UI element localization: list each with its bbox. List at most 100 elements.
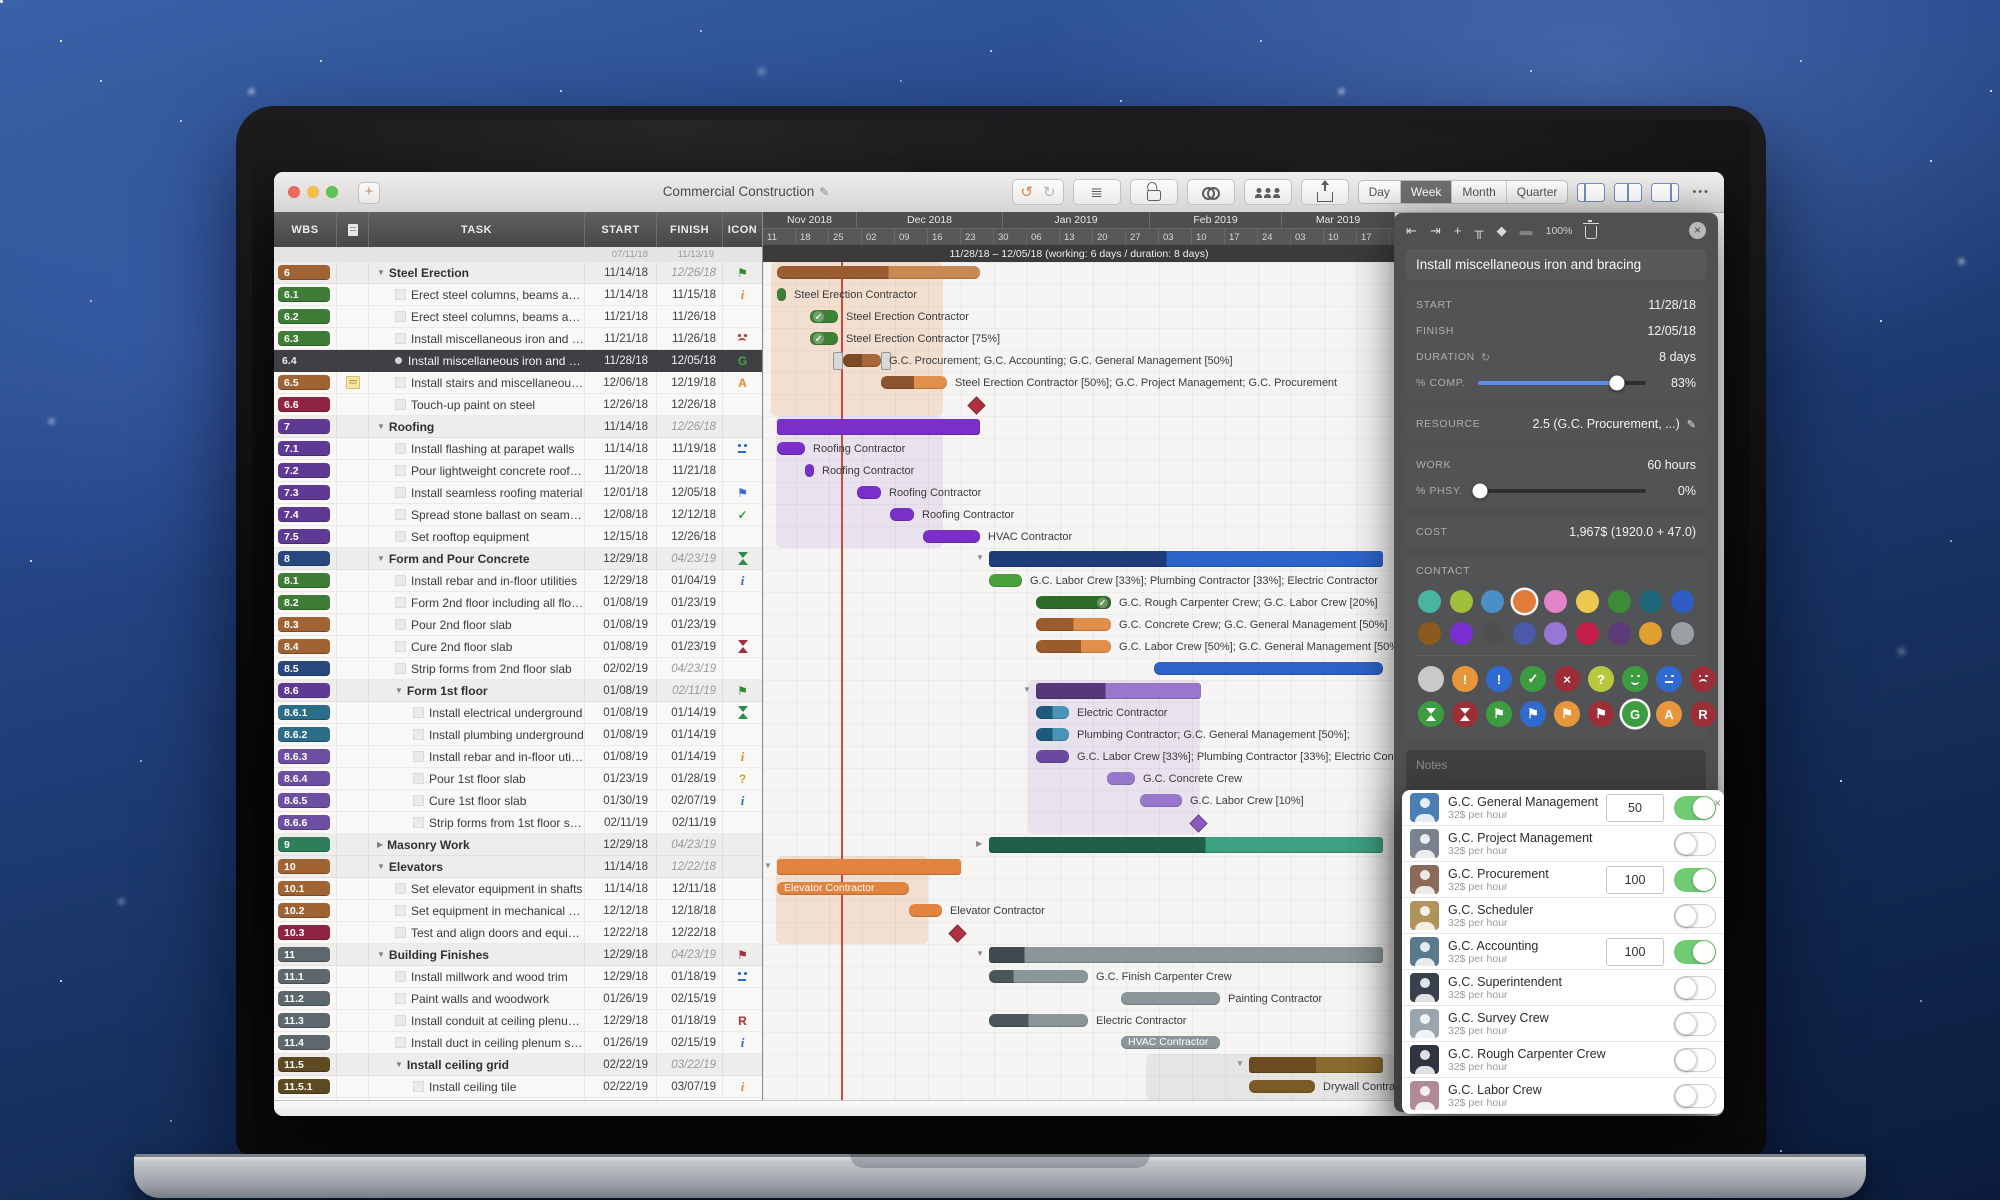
gantt-task-bar[interactable]: HVAC Contractor [1121, 1036, 1220, 1049]
expanded-arrow-icon[interactable]: ▼ [764, 861, 772, 870]
edit-resource-icon[interactable]: ✎ [1687, 418, 1696, 431]
table-row[interactable]: 8.6.6Strip forms from 1st floor slab02/1… [274, 812, 762, 834]
layout-left-toggle[interactable] [1577, 183, 1605, 202]
color-swatch[interactable] [1544, 590, 1567, 613]
table-row[interactable]: 7.3Install seamless roofing material12/0… [274, 482, 762, 504]
table-row[interactable]: 6.2Erect steel columns, beams and...11/2… [274, 306, 762, 328]
status-badge-button[interactable] [1656, 666, 1682, 692]
status-badge-button[interactable]: R [1690, 701, 1716, 727]
color-swatch[interactable] [1418, 622, 1441, 645]
status-badge-button[interactable] [1622, 666, 1648, 692]
status-badge-button[interactable]: ⚑ [1554, 701, 1580, 727]
gantt-task-bar[interactable] [1036, 728, 1069, 741]
milestone-diamond[interactable] [967, 396, 985, 414]
column-header-icon[interactable]: ICON [722, 212, 762, 247]
color-swatch[interactable] [1481, 590, 1504, 613]
color-swatch[interactable] [1639, 622, 1662, 645]
color-swatch[interactable] [1450, 622, 1473, 645]
color-swatch[interactable] [1576, 590, 1599, 613]
color-swatch[interactable] [1608, 622, 1631, 645]
horizontal-scrollbar[interactable] [274, 1100, 1394, 1116]
status-badge-button[interactable] [1452, 701, 1478, 727]
view-mode-quarter[interactable]: Quarter [1507, 181, 1568, 203]
color-swatch[interactable] [1671, 590, 1694, 613]
table-row[interactable]: 11.2Paint walls and woodwork01/26/1902/1… [274, 988, 762, 1010]
resource-row[interactable]: G.C. General Management32$ per hour× [1402, 790, 1724, 826]
gantt-task-bar[interactable] [1036, 750, 1069, 763]
color-swatch[interactable] [1450, 590, 1473, 613]
undo-icon[interactable]: ↺ [1020, 183, 1033, 201]
table-row[interactable]: 6.4Install miscellaneous iron and br...1… [274, 350, 762, 372]
gantt-task-bar[interactable] [1036, 618, 1111, 631]
table-row[interactable]: 6▼Steel Erection11/14/1812/26/18⚑ [274, 262, 762, 284]
bar-resize-handle-left[interactable] [833, 352, 843, 370]
table-row[interactable]: 8▼Form and Pour Concrete12/29/1804/23/19 [274, 548, 762, 570]
more-options-button[interactable]: ••• [1688, 186, 1714, 198]
table-row[interactable]: 6.3Install miscellaneous iron and br...1… [274, 328, 762, 350]
start-value[interactable]: 11/28/18 [1648, 298, 1696, 312]
undo-redo-group[interactable]: ↺↻ [1012, 179, 1063, 205]
collapse-right-icon[interactable]: ⇥ [1430, 223, 1441, 239]
align-button[interactable]: ≣ [1073, 179, 1121, 205]
edit-title-icon[interactable]: ✎ [819, 185, 829, 199]
resource-toggle[interactable] [1674, 904, 1716, 928]
delete-icon[interactable] [1585, 226, 1597, 239]
redo-icon[interactable]: ↻ [1043, 183, 1056, 201]
expanded-triangle-icon[interactable]: ▼ [377, 422, 385, 431]
gantt-task-bar[interactable] [890, 508, 914, 521]
view-mode-month[interactable]: Month [1452, 181, 1506, 203]
table-row[interactable]: 10.3Test and align doors and equip...12/… [274, 922, 762, 944]
expanded-arrow-icon[interactable]: ▼ [1236, 1059, 1244, 1068]
resource-row[interactable]: G.C. Project Management32$ per hour [1402, 826, 1724, 862]
table-row[interactable]: 8.6.1Install electrical underground01/08… [274, 702, 762, 724]
gantt-task-bar[interactable]: Elevator Contractor [777, 882, 909, 895]
status-badge-button[interactable]: ✓ [1520, 666, 1546, 692]
gantt-task-bar[interactable] [923, 530, 980, 543]
table-row[interactable]: 8.6.2Install plumbing underground01/08/1… [274, 724, 762, 746]
finish-value[interactable]: 12/05/18 [1647, 324, 1696, 338]
gantt-task-bar[interactable]: ✓ [810, 310, 838, 323]
gantt-task-bar[interactable] [777, 442, 805, 455]
collapsed-arrow-icon[interactable]: ▶ [976, 839, 982, 848]
column-header-wbs[interactable]: WBS [274, 212, 336, 247]
popover-close-icon[interactable]: × [1714, 796, 1721, 810]
gantt-summary-bar[interactable] [989, 837, 1383, 853]
expanded-arrow-icon[interactable]: ▼ [1023, 685, 1031, 694]
expanded-triangle-icon[interactable]: ▼ [377, 554, 385, 563]
link-button[interactable] [1187, 179, 1235, 205]
gantt-summary-bar[interactable] [1249, 1057, 1383, 1073]
column-header-doc[interactable] [336, 212, 368, 247]
gantt-task-bar[interactable] [989, 970, 1088, 983]
table-row[interactable]: 8.6.5Cure 1st floor slab01/30/1902/07/19… [274, 790, 762, 812]
table-row[interactable]: 8.2Form 2nd floor including all floo...0… [274, 592, 762, 614]
table-row[interactable]: 7.5Set rooftop equipment12/15/1812/26/18 [274, 526, 762, 548]
milestone-diamond[interactable] [948, 924, 966, 942]
table-row[interactable]: 8.6.4Pour 1st floor slab01/23/1901/28/19… [274, 768, 762, 790]
expanded-triangle-icon[interactable]: ▼ [377, 268, 385, 277]
gantt-task-bar[interactable] [843, 354, 881, 367]
table-row[interactable]: 8.1Install rebar and in-floor utilities1… [274, 570, 762, 592]
gantt-task-bar[interactable] [1154, 662, 1383, 675]
resource-value[interactable]: 2.5 (G.C. Procurement, ...) [1533, 417, 1680, 431]
expanded-triangle-icon[interactable]: ▼ [377, 862, 385, 871]
gantt-summary-bar[interactable] [777, 419, 980, 435]
gantt-task-bar[interactable] [881, 376, 947, 389]
gantt-task-bar[interactable] [1249, 1080, 1315, 1093]
expanded-arrow-icon[interactable]: ▼ [976, 553, 984, 562]
resource-row[interactable]: G.C. Rough Carpenter Crew32$ per hour [1402, 1042, 1724, 1078]
expanded-arrow-icon[interactable]: ▼ [976, 949, 984, 958]
expanded-triangle-icon[interactable]: ▼ [395, 1060, 403, 1069]
inspector-close-button[interactable]: × [1689, 222, 1706, 239]
resource-row[interactable]: G.C. Procurement32$ per hour [1402, 862, 1724, 898]
color-swatch[interactable] [1671, 622, 1694, 645]
table-row[interactable]: 8.6▼Form 1st floor01/08/1902/11/19⚑ [274, 680, 762, 702]
gantt-summary-bar[interactable] [777, 859, 961, 875]
view-mode-day[interactable]: Day [1359, 181, 1401, 203]
resource-toggle[interactable] [1674, 868, 1716, 892]
gantt-task-bar[interactable] [805, 464, 814, 477]
gantt-task-bar[interactable]: ✓ [810, 332, 838, 345]
gantt-task-bar[interactable] [1036, 706, 1069, 719]
column-header-finish[interactable]: FINISH [656, 212, 722, 247]
resource-units-input[interactable] [1606, 794, 1664, 822]
color-swatch[interactable] [1418, 590, 1441, 613]
